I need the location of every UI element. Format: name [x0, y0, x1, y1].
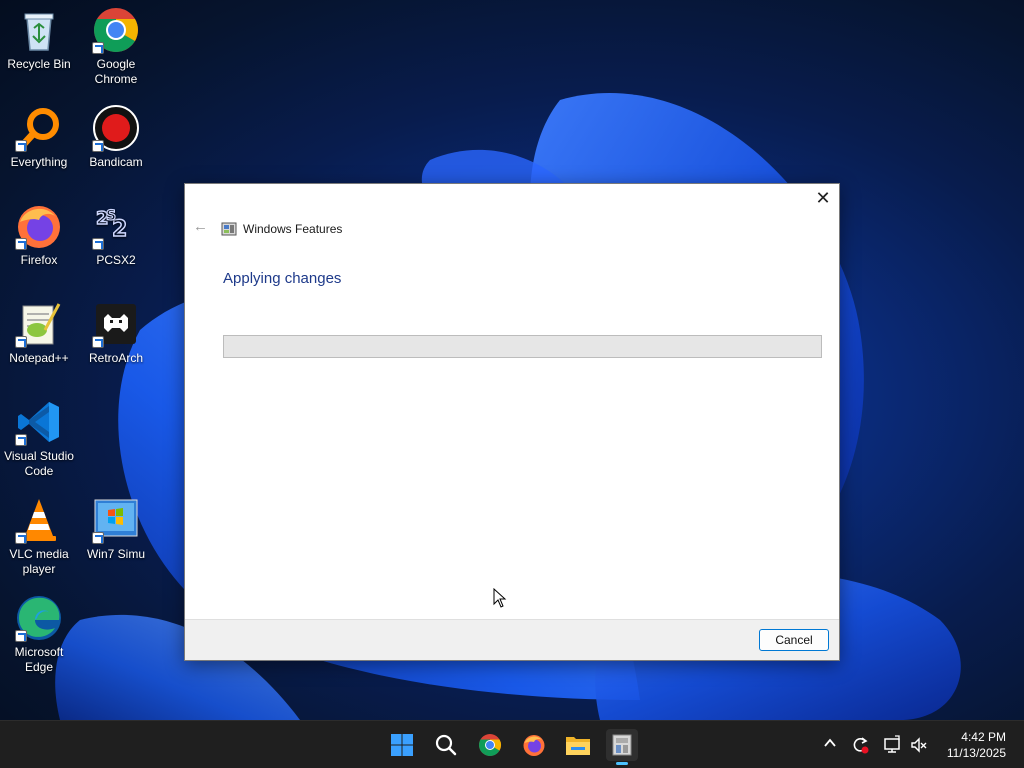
desktop-icon-label: Google Chrome	[94, 57, 138, 86]
desktop-icon-pcsx2[interactable]: 2 2 S PCSX2	[78, 202, 154, 268]
notepadpp-icon	[15, 300, 63, 348]
close-button[interactable]: ✕	[813, 188, 833, 208]
taskbar-chrome[interactable]	[474, 729, 506, 761]
back-arrow-icon: ←	[193, 218, 208, 235]
vscode-icon	[15, 398, 63, 446]
shortcut-arrow-icon	[15, 630, 27, 642]
chrome-icon	[92, 6, 140, 54]
tray-network[interactable]	[882, 735, 902, 755]
progress-bar	[223, 335, 822, 358]
svg-text:S: S	[106, 208, 116, 224]
bandicam-icon	[92, 104, 140, 152]
taskbar-clock[interactable]: 4:42 PM 11/13/2025	[947, 729, 1006, 761]
volume-muted-icon	[911, 737, 927, 753]
desktop-icon-chrome[interactable]: Google Chrome	[78, 6, 154, 87]
desktop-icon-bandicam[interactable]: Bandicam	[78, 104, 154, 170]
everything-search-icon	[15, 104, 63, 152]
pcsx2-icon: 2 2 S	[92, 202, 140, 250]
shortcut-arrow-icon	[15, 140, 27, 152]
desktop-icon-retroarch[interactable]: RetroArch	[78, 300, 154, 366]
desktop-icon-vscode[interactable]: Visual Studio Code	[1, 398, 77, 479]
mouse-cursor-icon	[493, 588, 507, 608]
shortcut-arrow-icon	[15, 532, 27, 544]
clock-date: 11/13/2025	[946, 746, 1006, 760]
desktop-icon-label: PCSX2	[96, 253, 136, 267]
shortcut-arrow-icon	[92, 140, 104, 152]
taskbar-search-button[interactable]	[430, 729, 462, 761]
tray-volume[interactable]	[909, 735, 929, 755]
active-indicator	[616, 762, 628, 765]
desktop-icon-win7-simu[interactable]: Win7 Simu	[78, 496, 154, 562]
shortcut-arrow-icon	[15, 238, 27, 250]
windows-features-icon	[612, 734, 632, 756]
shortcut-arrow-icon	[92, 532, 104, 544]
desktop-icon-label: Microsoft Edge	[14, 645, 64, 674]
tray-sync-status[interactable]	[850, 735, 870, 755]
windows-features-dialog: ✕ ← Windows Features Applying changes Ca…	[184, 183, 840, 661]
desktop-icon-label: Win7 Simu	[86, 547, 145, 561]
taskbar-windows-features[interactable]	[606, 729, 638, 765]
clock-time: 4:42 PM	[961, 730, 1006, 744]
desktop-icon-label: RetroArch	[88, 351, 144, 365]
taskbar: 4:42 PM 11/13/2025	[0, 720, 1024, 768]
windows-features-icon	[221, 221, 237, 237]
vlc-icon	[15, 496, 63, 544]
firefox-icon	[15, 202, 63, 250]
retroarch-icon	[92, 300, 140, 348]
shortcut-arrow-icon	[15, 336, 27, 348]
cancel-button[interactable]: Cancel	[759, 629, 829, 651]
edge-icon	[15, 594, 63, 642]
sync-alert-icon	[853, 737, 869, 754]
desktop-icon-notepadpp[interactable]: Notepad++	[1, 300, 77, 366]
shortcut-arrow-icon	[92, 42, 104, 54]
dialog-title: Windows Features	[243, 222, 343, 236]
page-heading: Applying changes	[223, 270, 342, 287]
desktop-icon-recycle-bin[interactable]: Recycle Bin	[1, 6, 77, 72]
shortcut-arrow-icon	[92, 336, 104, 348]
show-hidden-icons-button[interactable]	[820, 735, 840, 755]
dialog-footer: Cancel	[185, 619, 839, 660]
chevron-up-icon	[824, 738, 836, 747]
taskbar-file-explorer[interactable]	[562, 729, 594, 761]
desktop-icon-everything[interactable]: Everything	[1, 104, 77, 170]
desktop-icon-vlc[interactable]: VLC media player	[1, 496, 77, 577]
recycle-bin-icon	[15, 6, 63, 54]
network-icon	[884, 735, 900, 753]
start-icon	[391, 734, 413, 756]
desktop-icon-label: Visual Studio Code	[4, 449, 74, 478]
desktop-icon-label: VLC media player	[9, 547, 69, 576]
desktop-icon-label: Recycle Bin	[7, 57, 71, 71]
search-icon	[435, 734, 457, 756]
dialog-title-bar: Windows Features	[221, 220, 342, 238]
firefox-icon	[523, 735, 545, 756]
shortcut-arrow-icon	[15, 434, 27, 446]
win7-simu-icon	[92, 496, 140, 544]
desktop-icon-firefox[interactable]: Firefox	[1, 202, 77, 268]
desktop-icon-label: Everything	[10, 155, 68, 169]
chrome-icon	[479, 734, 501, 756]
desktop-icon-edge[interactable]: Microsoft Edge	[1, 594, 77, 675]
file-explorer-icon	[566, 737, 590, 755]
desktop-icon-label: Firefox	[20, 253, 58, 267]
start-button[interactable]	[386, 729, 418, 761]
desktop-icon-label: Notepad++	[9, 351, 69, 365]
shortcut-arrow-icon	[92, 238, 104, 250]
desktop-icon-label: Bandicam	[89, 155, 143, 169]
taskbar-firefox[interactable]	[518, 729, 550, 761]
